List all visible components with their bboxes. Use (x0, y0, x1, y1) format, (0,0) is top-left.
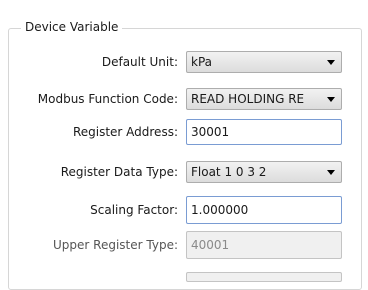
modbus-function-code-select[interactable]: READ HOLDING RE (186, 88, 342, 110)
scaling-factor-label: Scaling Factor: (90, 203, 178, 217)
upper-register-type-label: Upper Register Type: (53, 238, 178, 252)
scaling-factor-input[interactable]: 1.000000 (186, 196, 342, 224)
register-address-label: Register Address: (72, 125, 178, 139)
next-field-partial (186, 272, 342, 282)
modbus-function-code-label: Modbus Function Code: (37, 92, 178, 106)
default-unit-label: Default Unit: (101, 55, 178, 69)
dropdown-arrow-icon (327, 60, 335, 65)
register-data-type-value: Float 1 0 3 2 (191, 165, 267, 179)
modbus-function-code-value: READ HOLDING RE (191, 92, 305, 106)
dropdown-arrow-icon (327, 170, 335, 175)
upper-register-type-input: 40001 (186, 231, 342, 259)
group-title: Device Variable (21, 20, 123, 34)
dropdown-arrow-icon (327, 97, 335, 102)
register-data-type-select[interactable]: Float 1 0 3 2 (186, 161, 342, 183)
default-unit-select[interactable]: kPa (186, 51, 342, 73)
register-address-input[interactable]: 30001 (186, 119, 342, 145)
default-unit-value: kPa (191, 55, 212, 69)
register-data-type-label: Register Data Type: (60, 165, 178, 179)
